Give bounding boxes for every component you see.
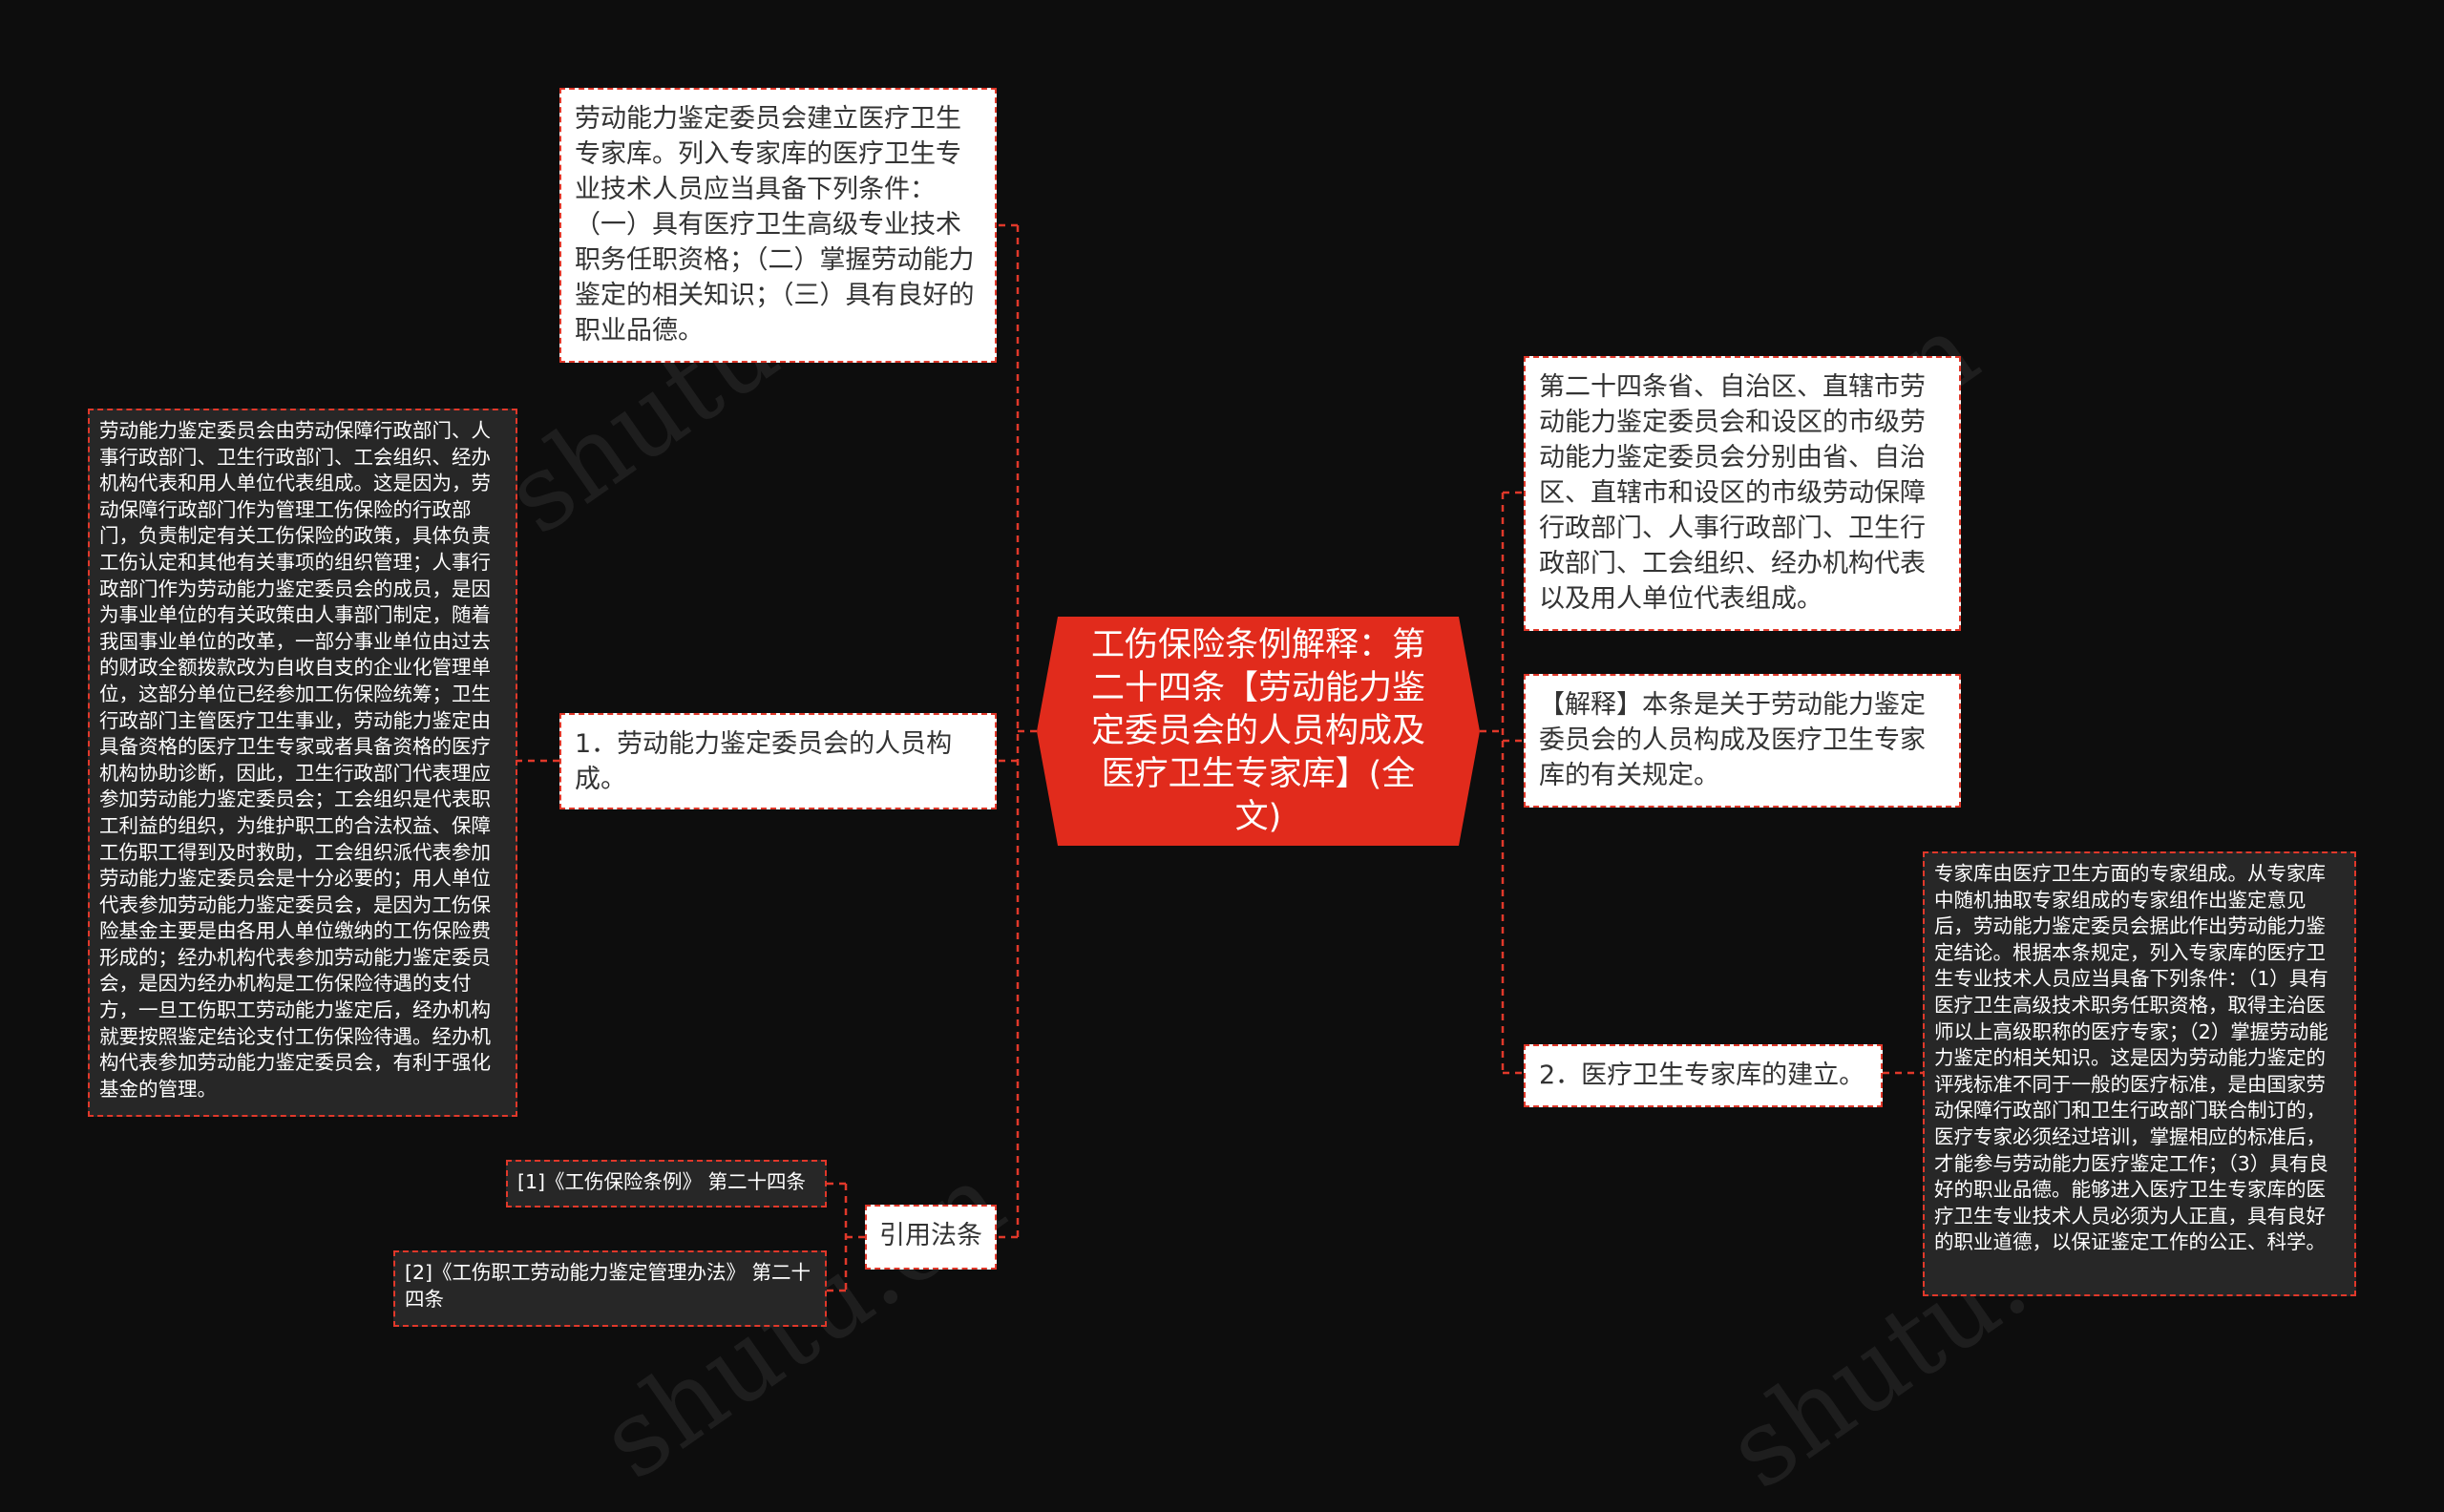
citation-2-text: [2]《工伤职工劳动能力鉴定管理办法》 第二十四条 bbox=[405, 1261, 811, 1311]
citation-item[interactable]: [1]《工伤保险条例》 第二十四条 bbox=[506, 1160, 827, 1208]
root-title: 工伤保险条例解释：第二十四条【劳动能力鉴定委员会的人员构成及医疗卫生专家库】(全… bbox=[1090, 625, 1425, 836]
citations-node[interactable]: 引用法条 bbox=[865, 1205, 997, 1270]
expert-detail-node[interactable]: 专家库由医疗卫生方面的专家组成。从专家库中随机抽取专家组成的专家组作出鉴定意见后… bbox=[1923, 851, 2356, 1296]
article-text: 第二十四条省、自治区、直辖市劳动能力鉴定委员会和设区的市级劳动能力鉴定委员会分别… bbox=[1539, 372, 1926, 614]
composition-node[interactable]: 1．劳动能力鉴定委员会的人员构成。 bbox=[559, 713, 997, 809]
root-topic[interactable]: 工伤保险条例解释：第二十四条【劳动能力鉴定委员会的人员构成及医疗卫生专家库】(全… bbox=[1037, 617, 1480, 846]
article-node[interactable]: 第二十四条省、自治区、直辖市劳动能力鉴定委员会和设区的市级劳动能力鉴定委员会分别… bbox=[1524, 356, 1961, 631]
explanation-node[interactable]: 【解释】本条是关于劳动能力鉴定委员会的人员构成及医疗卫生专家库的有关规定。 bbox=[1524, 674, 1961, 808]
citation-1-text: [1]《工伤保险条例》 第二十四条 bbox=[517, 1170, 807, 1193]
citation-item[interactable]: [2]《工伤职工劳动能力鉴定管理办法》 第二十四条 bbox=[393, 1250, 827, 1327]
expert-establish-node[interactable]: 2．医疗卫生专家库的建立。 bbox=[1524, 1044, 1883, 1107]
expert-establish-text: 2．医疗卫生专家库的建立。 bbox=[1539, 1060, 1865, 1090]
composition-text: 1．劳动能力鉴定委员会的人员构成。 bbox=[575, 729, 953, 794]
expert-library-text: 劳动能力鉴定委员会建立医疗卫生专家库。列入专家库的医疗卫生专业技术人员应当具备下… bbox=[575, 104, 975, 346]
composition-detail-node[interactable]: 劳动能力鉴定委员会由劳动保障行政部门、人事行政部门、卫生行政部门、工会组织、经办… bbox=[88, 409, 517, 1117]
citations-label: 引用法条 bbox=[879, 1221, 982, 1250]
composition-detail-text: 劳动能力鉴定委员会由劳动保障行政部门、人事行政部门、卫生行政部门、工会组织、经办… bbox=[99, 419, 491, 1101]
expert-library-node[interactable]: 劳动能力鉴定委员会建立医疗卫生专家库。列入专家库的医疗卫生专业技术人员应当具备下… bbox=[559, 88, 997, 363]
expert-detail-text: 专家库由医疗卫生方面的专家组成。从专家库中随机抽取专家组成的专家组作出鉴定意见后… bbox=[1934, 862, 2328, 1254]
explanation-text: 【解释】本条是关于劳动能力鉴定委员会的人员构成及医疗卫生专家库的有关规定。 bbox=[1539, 690, 1926, 790]
